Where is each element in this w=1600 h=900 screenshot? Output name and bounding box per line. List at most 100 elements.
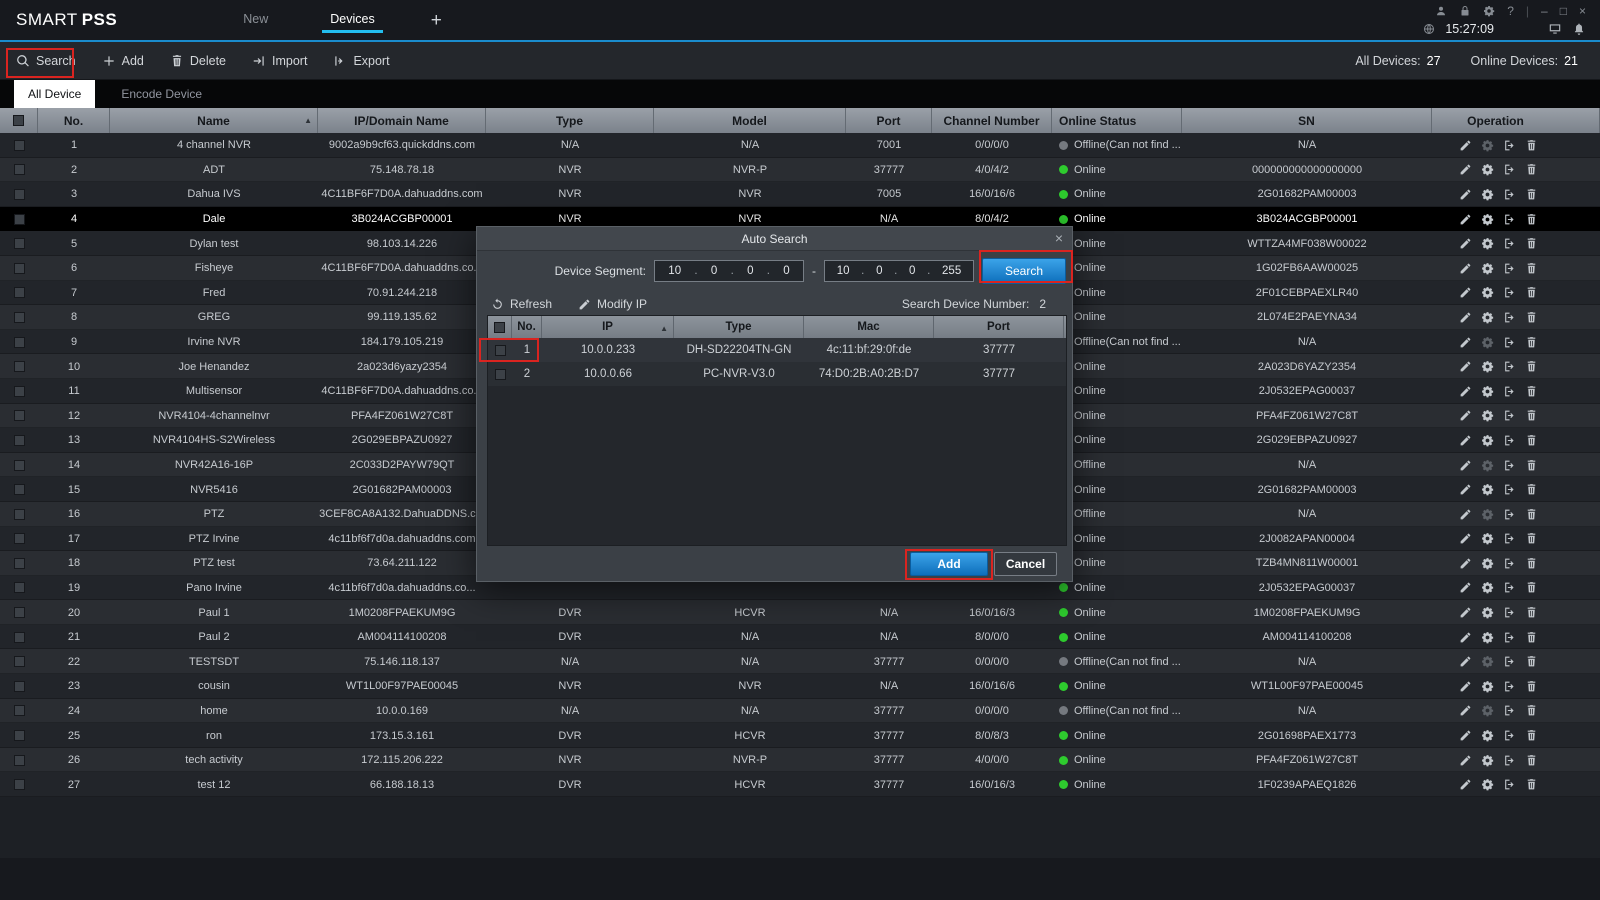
settings-icon[interactable] <box>1481 163 1494 176</box>
edit-icon[interactable] <box>1459 262 1472 275</box>
edit-icon[interactable] <box>1459 631 1472 644</box>
edit-icon[interactable] <box>1459 311 1472 324</box>
row-checkbox[interactable] <box>0 256 38 281</box>
logout-icon[interactable] <box>1503 606 1516 619</box>
logout-icon[interactable] <box>1503 704 1516 717</box>
row-checkbox[interactable] <box>0 354 38 379</box>
settings-icon[interactable] <box>1481 483 1494 496</box>
edit-icon[interactable] <box>1459 286 1472 299</box>
row-checkbox[interactable] <box>0 527 38 552</box>
edit-icon[interactable] <box>1459 434 1472 447</box>
delete-icon[interactable] <box>1525 754 1538 767</box>
header-operation[interactable]: Operation <box>1432 108 1600 133</box>
row-checkbox[interactable] <box>0 379 38 404</box>
settings-icon[interactable] <box>1481 336 1494 349</box>
select-all-checkbox[interactable] <box>0 108 38 133</box>
delete-icon[interactable] <box>1525 778 1538 791</box>
dialog-cancel-button[interactable]: Cancel <box>994 552 1057 576</box>
row-checkbox[interactable] <box>0 699 38 724</box>
close-icon[interactable]: × <box>1579 4 1586 18</box>
table-row[interactable]: 20Paul 11M0208FPAEKUM9GDVRHCVRN/A16/0/16… <box>0 600 1600 625</box>
delete-icon[interactable] <box>1525 680 1538 693</box>
logout-icon[interactable] <box>1503 532 1516 545</box>
edit-icon[interactable] <box>1459 139 1472 152</box>
delete-icon[interactable] <box>1525 459 1538 472</box>
row-checkbox[interactable] <box>0 723 38 748</box>
settings-icon[interactable] <box>1481 581 1494 594</box>
header-channel[interactable]: Channel Number <box>932 108 1052 133</box>
logout-icon[interactable] <box>1503 409 1516 422</box>
delete-icon[interactable] <box>1525 655 1538 668</box>
logout-icon[interactable] <box>1503 754 1516 767</box>
edit-icon[interactable] <box>1459 483 1472 496</box>
edit-icon[interactable] <box>1459 655 1472 668</box>
export-button[interactable]: Export <box>333 54 389 68</box>
table-row[interactable]: 21Paul 2AM004114100208DVRN/AN/A8/0/0/0On… <box>0 625 1600 650</box>
edit-icon[interactable] <box>1459 557 1472 570</box>
row-checkbox[interactable] <box>0 772 38 797</box>
logout-icon[interactable] <box>1503 163 1516 176</box>
logout-icon[interactable] <box>1503 655 1516 668</box>
delete-icon[interactable] <box>1525 557 1538 570</box>
table-row[interactable]: 14 channel NVR9002a9b9cf63.quickddns.com… <box>0 133 1600 158</box>
tab-new[interactable]: New <box>235 8 276 33</box>
delete-icon[interactable] <box>1525 311 1538 324</box>
dialog-add-button[interactable]: Add <box>910 552 988 576</box>
delete-icon[interactable] <box>1525 163 1538 176</box>
edit-icon[interactable] <box>1459 606 1472 619</box>
edit-icon[interactable] <box>1459 188 1472 201</box>
settings-icon[interactable] <box>1481 532 1494 545</box>
row-checkbox[interactable] <box>0 600 38 625</box>
header-type[interactable]: Type <box>486 108 654 133</box>
settings-icon[interactable] <box>1481 360 1494 373</box>
edit-icon[interactable] <box>1459 508 1472 521</box>
settings-icon[interactable] <box>1481 262 1494 275</box>
header-no[interactable]: No. <box>38 108 110 133</box>
delete-icon[interactable] <box>1525 262 1538 275</box>
header-sn[interactable]: SN <box>1182 108 1432 133</box>
settings-icon[interactable] <box>1481 459 1494 472</box>
delete-icon[interactable] <box>1525 508 1538 521</box>
tab-encode-device[interactable]: Encode Device <box>107 80 216 108</box>
delete-icon[interactable] <box>1525 704 1538 717</box>
add-button[interactable]: Add <box>102 54 144 68</box>
row-checkbox[interactable] <box>0 281 38 306</box>
edit-icon[interactable] <box>1459 385 1472 398</box>
logout-icon[interactable] <box>1503 262 1516 275</box>
row-checkbox[interactable] <box>0 551 38 576</box>
settings-icon[interactable] <box>1481 680 1494 693</box>
dialog-search-button[interactable]: Search <box>982 258 1066 284</box>
edit-icon[interactable] <box>1459 729 1472 742</box>
logout-icon[interactable] <box>1503 508 1516 521</box>
logout-icon[interactable] <box>1503 336 1516 349</box>
monitor-icon[interactable] <box>1548 22 1562 36</box>
tab-all-device[interactable]: All Device <box>14 80 95 108</box>
delete-icon[interactable] <box>1525 139 1538 152</box>
header-port[interactable]: Port <box>846 108 932 133</box>
dialog-table-row[interactable]: 110.0.0.233DH-SD22204TN-GN4c:11:bf:29:0f… <box>488 338 1066 362</box>
row-checkbox[interactable] <box>0 133 38 158</box>
row-checkbox[interactable] <box>0 502 38 527</box>
maximize-icon[interactable]: □ <box>1560 4 1567 18</box>
settings-icon[interactable] <box>1481 188 1494 201</box>
settings-icon[interactable] <box>1481 409 1494 422</box>
row-checkbox[interactable] <box>0 649 38 674</box>
table-row[interactable]: 25ron173.15.3.161DVRHCVR377778/0/8/3Onli… <box>0 723 1600 748</box>
logout-icon[interactable] <box>1503 385 1516 398</box>
row-checkbox[interactable] <box>0 231 38 256</box>
dialog-header-type[interactable]: Type <box>674 316 804 338</box>
search-button[interactable]: Search <box>16 54 76 68</box>
logout-icon[interactable] <box>1503 360 1516 373</box>
settings-icon[interactable] <box>1481 606 1494 619</box>
logout-icon[interactable] <box>1503 311 1516 324</box>
logout-icon[interactable] <box>1503 139 1516 152</box>
row-checkbox[interactable] <box>0 330 38 355</box>
dialog-header-no[interactable]: No. <box>512 316 542 338</box>
modify-ip-button[interactable]: Modify IP <box>578 297 647 311</box>
logout-icon[interactable] <box>1503 213 1516 226</box>
delete-icon[interactable] <box>1525 483 1538 496</box>
delete-icon[interactable] <box>1525 631 1538 644</box>
table-row[interactable]: 26tech activity172.115.206.222NVRNVR-P37… <box>0 748 1600 773</box>
logout-icon[interactable] <box>1503 483 1516 496</box>
row-checkbox[interactable] <box>0 674 38 699</box>
